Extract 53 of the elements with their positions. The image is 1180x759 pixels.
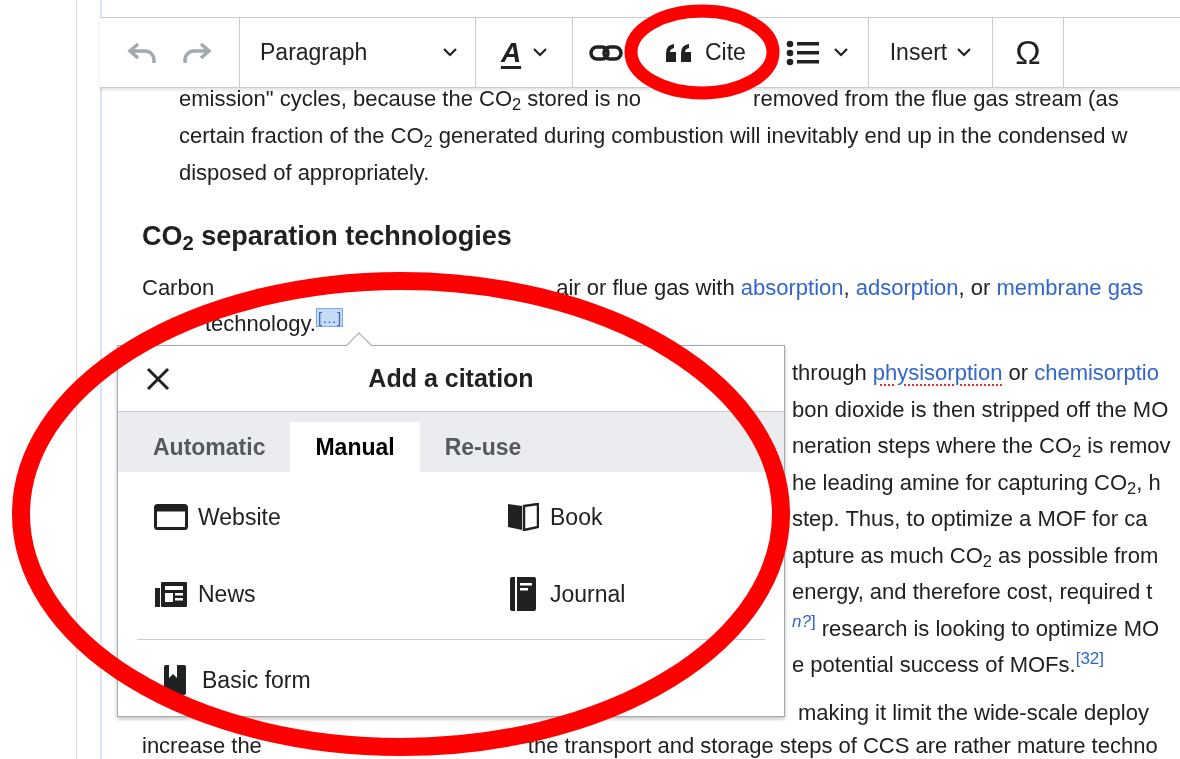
quote-icon xyxy=(665,42,693,63)
link[interactable]: membrane gas xyxy=(996,275,1144,300)
text-line: emission" cycles, because the CO$_{2}$ stored is no xyxy=(179,85,642,116)
citation-marker[interactable]: […] xyxy=(315,308,344,327)
text-line: step. Thus, to optimize a MOF for ca xyxy=(792,505,1148,533)
link[interactable]: adsorption xyxy=(855,275,959,300)
text-line: making it limit the wide-scale deploy xyxy=(798,698,1149,727)
open-book-icon xyxy=(507,503,539,531)
chevron-down-icon xyxy=(957,48,972,57)
insert-dropdown[interactable]: Insert xyxy=(869,18,992,87)
newspaper-icon xyxy=(154,580,188,608)
list-icon xyxy=(785,39,820,66)
cite-button[interactable]: Cite xyxy=(665,35,746,70)
text-line: through physisorption or chemisorptio xyxy=(792,359,1159,387)
bookmark-page-icon xyxy=(163,664,187,696)
text-line: e potential success of MOFs.$^{[32]}$ xyxy=(792,647,1105,679)
browser-window-icon xyxy=(154,504,188,530)
text-line: neration steps where the CO$_{2}$ is remov xyxy=(792,432,1171,463)
link[interactable]: physisorption xyxy=(872,360,1003,385)
reference-link[interactable]: n?] xyxy=(792,612,816,631)
dialog-title: Add a citation xyxy=(368,362,534,394)
tab[interactable]: Manual xyxy=(290,422,420,472)
chevron-down-icon xyxy=(833,48,848,57)
citation-type-item[interactable]: Book xyxy=(506,492,784,542)
citation-type-item[interactable]: Basic form xyxy=(158,655,784,705)
close-icon[interactable] xyxy=(146,367,170,391)
special-character-button[interactable]: Ω xyxy=(993,18,1063,87)
format-dropdown[interactable]: Paragraph xyxy=(240,18,475,87)
text-line: Carbon xyxy=(142,274,215,302)
notebook-icon xyxy=(509,576,537,612)
text-line: increase the xyxy=(142,731,262,759)
text-line: certain fraction of the CO$_{2}$ generated during combustion will inevitably end up in the condensed w xyxy=(179,122,1128,153)
list-dropdown[interactable] xyxy=(785,39,848,66)
reference-link[interactable]: [32] xyxy=(1075,648,1105,668)
text-line: air or flue gas with absorption, adsorption, or membrane gas xyxy=(556,274,1144,302)
link-icon[interactable] xyxy=(589,42,623,63)
link[interactable]: chemisorptio xyxy=(1034,360,1159,385)
link[interactable]: absorption xyxy=(740,275,844,300)
citation-type-item[interactable]: Journal xyxy=(506,569,784,619)
chevron-down-icon xyxy=(443,48,457,57)
text-line: energy, and therefore cost, required t xyxy=(792,578,1153,606)
chevron-down-icon xyxy=(533,48,548,57)
citation-type-item[interactable]: Website xyxy=(154,492,506,542)
text-line: he leading amine for capturing CO$_{2}$, h xyxy=(792,468,1161,499)
tab[interactable]: Automatic xyxy=(128,422,291,472)
text-line: disposed of appropriately. xyxy=(179,159,430,187)
text-line: apture as much CO$_{2}$ as possible from xyxy=(792,541,1159,572)
section-heading: CO$_{2}$ separation technologies xyxy=(142,221,512,251)
text-line: bon dioxide is then stripped off the MO xyxy=(792,395,1169,424)
text-style-dropdown[interactable]: A xyxy=(476,18,572,87)
citation-type-item[interactable]: News xyxy=(154,569,506,619)
tab[interactable]: Re-use xyxy=(419,422,547,472)
text-line: removed from the flue gas stream (as xyxy=(753,85,1119,113)
